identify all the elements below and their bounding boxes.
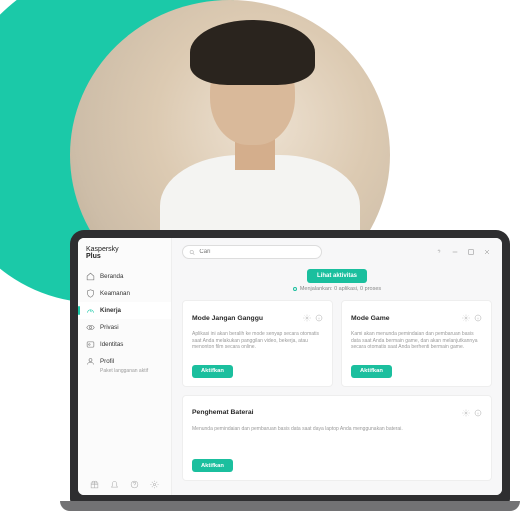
search-box[interactable] [182,245,322,259]
sidebar-item-label: Keamanan [100,290,130,297]
privacy-icon [86,323,95,332]
sidebar: Kaspersky Plus Beranda Keamanan Kinerja [78,238,172,495]
sidebar-item-kinerja[interactable]: Kinerja [78,302,171,319]
card-title: Mode Jangan Ganggu [192,315,263,322]
activate-game-button[interactable]: Aktifkan [351,365,392,378]
info-icon[interactable] [474,309,482,327]
view-activity-button[interactable]: Lihat aktivitas [307,269,367,283]
brand-tier: Plus [86,253,163,260]
window-help-button[interactable] [434,247,444,257]
card-dnd: Mode Jangan Ganggu Aplikasi ini akan ber… [182,300,333,387]
sidebar-item-label: Kinerja [100,307,121,314]
status-row: Menjalankan: 0 aplikasi, 0 proses [182,286,492,292]
sidebar-item-beranda[interactable]: Beranda [78,268,171,285]
gear-icon[interactable] [303,309,311,327]
info-icon[interactable] [474,404,482,422]
laptop-mockup: Kaspersky Plus Beranda Keamanan Kinerja [70,230,510,505]
card-title: Penghemat Baterai [192,409,254,416]
window-maximize-button[interactable] [466,247,476,257]
profile-icon [86,357,95,366]
search-icon [189,249,195,256]
window-minimize-button[interactable] [450,247,460,257]
content-area: Lihat aktivitas Menjalankan: 0 aplikasi,… [172,264,502,495]
brand-name: Kaspersky [86,246,163,253]
sidebar-item-label: Beranda [100,273,123,280]
sidebar-item-label: Privasi [100,324,119,331]
sidebar-item-label: Profil [100,358,114,365]
help-icon[interactable] [130,480,139,489]
status-text: Menjalankan: 0 aplikasi, 0 proses [300,286,381,292]
gift-icon[interactable] [90,480,99,489]
sidebar-item-profil[interactable]: Profil [78,353,171,370]
card-desc: Kami akan menunda pemindaian dan pembaru… [351,331,482,351]
sidebar-item-privasi[interactable]: Privasi [78,319,171,336]
activate-dnd-button[interactable]: Aktifkan [192,365,233,378]
info-icon[interactable] [315,309,323,327]
brand: Kaspersky Plus [78,238,171,266]
identity-icon [86,340,95,349]
sidebar-item-label: Identitas [100,341,123,348]
card-game: Mode Game Kami akan menunda pemindaian d… [341,300,492,387]
gear-icon[interactable] [462,309,470,327]
card-desc: Aplikasi ini akan beralih ke mode senyap… [192,331,323,351]
home-icon [86,272,95,281]
status-dot-icon [293,287,297,291]
sidebar-item-identitas[interactable]: Identitas [78,336,171,353]
performance-icon [86,306,95,315]
topbar [172,238,502,264]
sidebar-item-keamanan[interactable]: Keamanan [78,285,171,302]
card-battery: Penghemat Baterai Menunda pemindaian dan… [182,395,492,482]
activate-battery-button[interactable]: Aktifkan [192,459,233,472]
app-window: Kaspersky Plus Beranda Keamanan Kinerja [78,238,502,495]
main-panel: Lihat aktivitas Menjalankan: 0 aplikasi,… [172,238,502,495]
sidebar-bottom-bar [78,474,171,495]
card-desc: Menunda pemindaian dan pembaruan basis d… [192,426,482,446]
bell-icon[interactable] [110,480,119,489]
window-close-button[interactable] [482,247,492,257]
nav-list: Beranda Keamanan Kinerja Privasi Identit… [78,266,171,474]
search-input[interactable] [199,249,315,255]
gear-icon[interactable] [462,404,470,422]
shield-icon [86,289,95,298]
gear-icon[interactable] [150,480,159,489]
card-title: Mode Game [351,315,390,322]
